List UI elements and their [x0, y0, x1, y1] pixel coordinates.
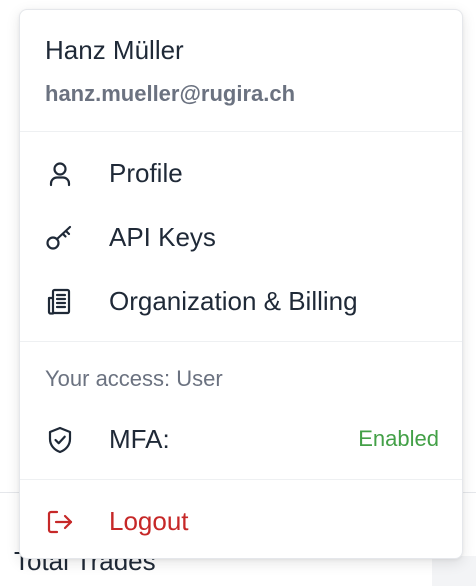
menu-item-profile[interactable]: Profile: [20, 145, 462, 201]
menu-divider-logout: [20, 479, 462, 480]
shield-check-icon: [44, 424, 76, 456]
menu-divider: [20, 341, 462, 342]
mfa-status-badge: Enabled: [358, 426, 439, 451]
user-menu-dropdown: Hanz Müller hanz.mueller@rugira.ch Profi…: [19, 9, 463, 559]
access-level-text: Your access: User: [45, 366, 223, 391]
receipt-icon: [44, 286, 76, 318]
menu-item-profile-label: Profile: [109, 158, 183, 188]
menu-item-logout-label: Logout: [109, 506, 189, 536]
menu-item-mfa-label: MFA:: [109, 424, 170, 454]
user-icon: [44, 158, 76, 190]
user-menu-header: Hanz Müller hanz.mueller@rugira.ch: [20, 10, 462, 132]
logout-icon: [44, 506, 76, 538]
key-icon: [44, 222, 76, 254]
user-email: hanz.mueller@rugira.ch: [45, 81, 296, 106]
background-strip: [432, 556, 476, 586]
menu-item-logout[interactable]: Logout: [20, 493, 462, 549]
menu-item-api-keys-label: API Keys: [109, 222, 216, 252]
menu-item-organization-billing[interactable]: Organization & Billing: [20, 273, 462, 329]
menu-item-api-keys[interactable]: API Keys: [20, 209, 462, 265]
menu-item-organization-billing-label: Organization & Billing: [109, 286, 358, 316]
user-name: Hanz Müller: [45, 35, 184, 65]
